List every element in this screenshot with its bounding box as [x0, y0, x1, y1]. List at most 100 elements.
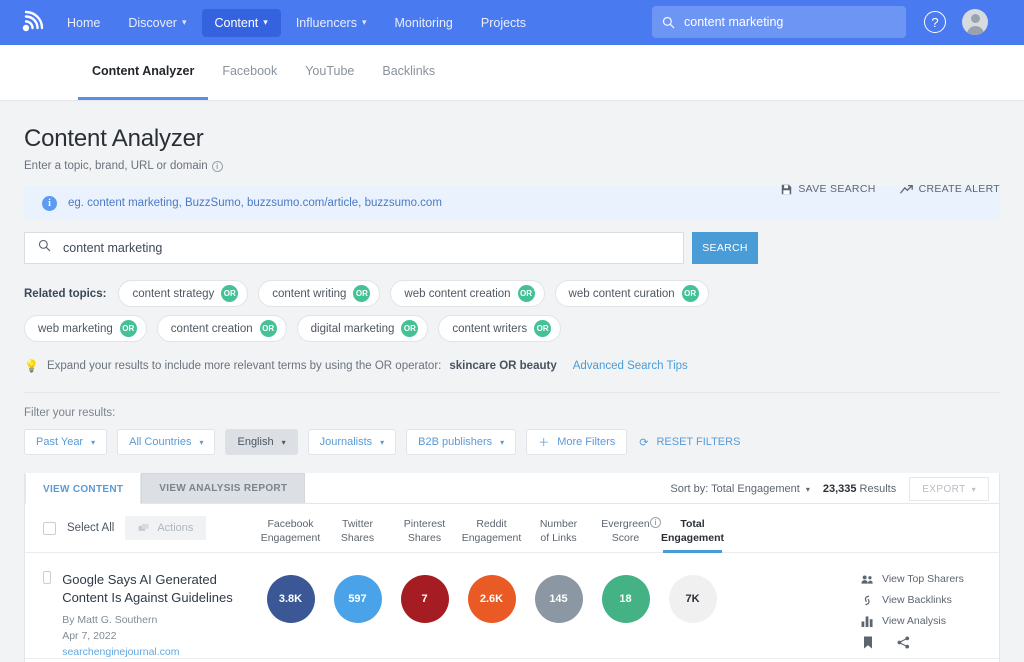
nav-label: Projects: [480, 15, 527, 30]
create-alert-button[interactable]: CREATE ALERT: [899, 183, 1000, 195]
info-icon[interactable]: i: [211, 160, 223, 172]
results-count: 23,335 Results: [823, 483, 896, 495]
nav-item-discover[interactable]: Discover ▾: [115, 9, 199, 37]
top-navigation-bar: Home Discover ▾ Content ▾ Influencers ▾ …: [0, 0, 1024, 45]
metric-bubble-facebook: 3.8K: [266, 575, 315, 623]
metric-column-headers: Facebook Engagement Twitter Shares Pinte…: [257, 504, 847, 553]
nav-item-content[interactable]: Content ▾: [201, 8, 281, 37]
topic-chip-content-writing[interactable]: content writing OR: [258, 280, 381, 307]
column-twitter-shares[interactable]: Twitter Shares: [324, 518, 391, 552]
or-badge[interactable]: OR: [353, 285, 371, 302]
content-search-value: content marketing: [63, 241, 163, 255]
view-backlinks-link[interactable]: View Backlinks: [861, 594, 999, 606]
result-info: Google Says AI Generated Content Is Agai…: [25, 553, 257, 658]
tab-view-analysis-report[interactable]: VIEW ANALYSIS REPORT: [141, 473, 306, 503]
nav-item-monitoring[interactable]: Monitoring: [382, 9, 466, 37]
global-search-value: content marketing: [684, 15, 784, 29]
topic-chip-content-writers[interactable]: content writers OR: [438, 315, 562, 342]
actions-button[interactable]: Actions: [125, 516, 207, 540]
nav-item-projects[interactable]: Projects: [468, 9, 539, 37]
column-line-1: Evergreen: [601, 518, 650, 531]
or-badge[interactable]: OR: [517, 285, 535, 302]
export-button[interactable]: EXPORT ▾: [909, 477, 989, 501]
topic-chip-web-content-creation[interactable]: web content creation OR: [390, 280, 545, 307]
or-badge[interactable]: OR: [401, 320, 419, 337]
column-reddit-engagement[interactable]: Reddit Engagement: [458, 518, 525, 552]
sort-by-dropdown[interactable]: Sort by: Total Engagement ▾: [670, 483, 809, 495]
filter-all-countries[interactable]: All Countries ▾: [117, 429, 216, 455]
save-disk-icon: [782, 184, 792, 194]
layers-icon: [138, 523, 149, 531]
result-title[interactable]: Google Says AI Generated Content Is Agai…: [62, 571, 247, 608]
result-date: Apr 7, 2022: [62, 629, 117, 642]
metric-bubble-pinterest: 7: [400, 575, 449, 623]
or-badge[interactable]: OR: [681, 285, 699, 302]
topic-chip-content-creation[interactable]: content creation OR: [156, 315, 287, 342]
filter-label: B2B publishers: [418, 436, 493, 448]
or-badge[interactable]: OR: [259, 320, 277, 337]
sort-by-label: Sort by: Total Engagement: [670, 483, 800, 495]
column-evergreen-score[interactable]: Evergreen Score i: [592, 517, 661, 552]
topic-chip-web-marketing[interactable]: web marketing OR: [24, 315, 147, 342]
share-icon[interactable]: [897, 636, 910, 649]
more-filters-button[interactable]: ＋ More Filters: [526, 429, 628, 455]
or-badge[interactable]: OR: [221, 285, 239, 302]
view-top-sharers-link[interactable]: View Top Sharers: [861, 573, 999, 585]
nav-label: Home: [67, 15, 101, 30]
avatar[interactable]: [962, 9, 988, 35]
topic-chip-digital-marketing[interactable]: digital marketing OR: [296, 315, 429, 342]
result-meta: Google Says AI Generated Content Is Agai…: [62, 571, 247, 658]
nav-item-influencers[interactable]: Influencers ▾: [283, 9, 380, 37]
filter-past-year[interactable]: Past Year ▾: [24, 429, 108, 455]
lightbulb-icon: 💡: [24, 359, 39, 373]
tab-view-content[interactable]: VIEW CONTENT: [25, 473, 142, 504]
metric-cell-links: 145: [525, 575, 592, 623]
filter-journalists[interactable]: Journalists ▾: [307, 429, 397, 455]
search-button[interactable]: SEARCH: [692, 232, 758, 264]
filter-label: Past Year: [36, 436, 84, 448]
topic-chip-web-content-curation[interactable]: web content curation OR: [554, 280, 709, 307]
tab-youtube[interactable]: YouTube: [291, 45, 368, 100]
or-badge[interactable]: OR: [534, 320, 552, 337]
results-count-value: 23,335: [822, 483, 857, 495]
actions-label: Actions: [157, 522, 194, 534]
save-search-label: SAVE SEARCH: [798, 183, 876, 195]
topic-label: content strategy: [132, 287, 215, 300]
advanced-search-tips-link[interactable]: Advanced Search Tips: [573, 360, 688, 372]
avatar-body: [966, 26, 984, 35]
filter-bar: Past Year ▾ All Countries ▾ English ▾ Jo…: [24, 429, 1000, 455]
nav-label: Discover: [128, 15, 177, 30]
select-all-checkbox[interactable]: [43, 521, 56, 535]
content-search-input[interactable]: content marketing: [24, 232, 684, 264]
tab-backlinks[interactable]: Backlinks: [368, 45, 449, 100]
column-number-of-links[interactable]: Number of Links: [525, 518, 592, 552]
nav-item-home[interactable]: Home: [54, 9, 113, 37]
related-topics-label: Related topics:: [24, 287, 107, 300]
result-domain[interactable]: searchenginejournal.com: [62, 646, 247, 658]
save-search-button[interactable]: SAVE SEARCH: [781, 183, 875, 195]
or-badge[interactable]: OR: [119, 320, 137, 337]
filter-b2b-publishers[interactable]: B2B publishers ▾: [406, 429, 517, 455]
row-checkbox[interactable]: [43, 571, 52, 584]
bookmark-icon[interactable]: [863, 636, 873, 649]
chevron-down-icon: ▾: [805, 484, 810, 494]
tab-content-analyzer[interactable]: Content Analyzer: [78, 45, 209, 100]
column-pinterest-shares[interactable]: Pinterest Shares: [391, 518, 458, 552]
topic-chip-content-strategy[interactable]: content strategy OR: [118, 280, 249, 307]
primary-nav-links: Home Discover ▾ Content ▾ Influencers ▾ …: [54, 8, 539, 37]
column-total-engagement[interactable]: Total Engagement: [659, 518, 726, 553]
metric-bubble-twitter: 597: [333, 575, 382, 623]
results-table-header: Select All Actions Facebook Engagement T…: [25, 504, 999, 553]
column-line-2: Engagement: [660, 532, 724, 545]
filter-language[interactable]: English ▾: [225, 429, 298, 455]
buzzsumo-wave-logo-icon[interactable]: [14, 6, 48, 40]
column-facebook-engagement[interactable]: Facebook Engagement: [257, 518, 324, 552]
tab-label: VIEW ANALYSIS REPORT: [159, 483, 288, 494]
global-search-input[interactable]: content marketing: [652, 6, 906, 38]
view-analysis-link[interactable]: View Analysis: [861, 615, 999, 627]
reset-filters-button[interactable]: ⟳ RESET FILTERS: [637, 429, 751, 455]
tab-facebook[interactable]: Facebook: [208, 45, 291, 100]
help-icon[interactable]: ?: [924, 11, 946, 33]
column-line-2: Engagement: [260, 532, 321, 545]
column-line-1: Twitter: [342, 518, 373, 531]
